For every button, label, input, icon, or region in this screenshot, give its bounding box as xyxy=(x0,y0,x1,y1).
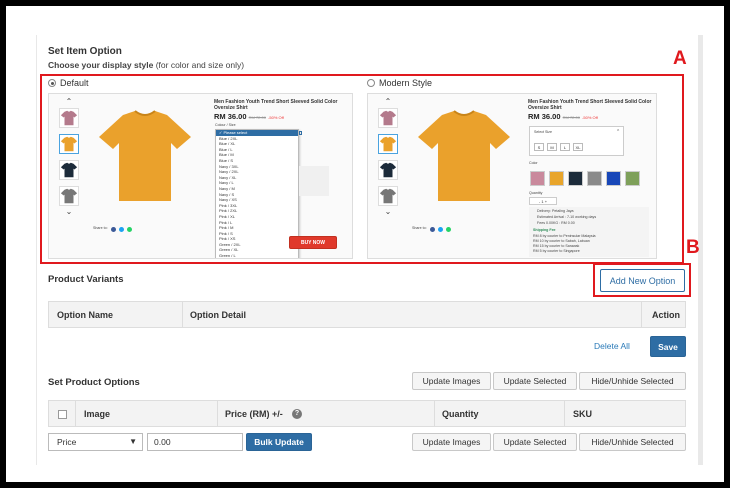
annotation-letter-b: B xyxy=(686,237,700,258)
column-divider xyxy=(217,401,218,426)
section-subtitle: Choose your display style (for color and… xyxy=(48,60,244,70)
bulk-update-button[interactable]: Bulk Update xyxy=(246,433,312,451)
column-divider xyxy=(182,302,183,327)
col-sku: SKU xyxy=(573,409,593,419)
bulk-value-input[interactable]: 0.00 xyxy=(147,433,243,451)
caret-down-icon: ▼ xyxy=(129,437,137,446)
delete-all-link[interactable]: Delete All xyxy=(594,341,630,351)
bulk-field-select[interactable]: Price ▼ xyxy=(48,433,143,451)
column-divider xyxy=(75,401,76,426)
column-divider xyxy=(564,401,565,426)
item-option-panel: Set Item Option Choose your display styl… xyxy=(36,35,703,465)
update-images-button-bottom[interactable]: Update Images xyxy=(412,433,491,451)
column-divider xyxy=(434,401,435,426)
col-image: Image xyxy=(84,409,111,419)
variants-table-header: Option Name Option Detail Action xyxy=(48,301,686,328)
col-option-name: Option Name xyxy=(57,310,114,320)
section-title: Set Item Option xyxy=(48,46,122,57)
hide-unhide-button[interactable]: Hide/Unhide Selected xyxy=(579,372,686,390)
help-icon[interactable]: ? xyxy=(292,409,302,419)
update-selected-button[interactable]: Update Selected xyxy=(493,372,577,390)
col-option-detail: Option Detail xyxy=(190,310,246,320)
bulk-select-value: Price xyxy=(57,437,77,447)
options-table-header: Image Price (RM) +/- ? Quantity SKU xyxy=(48,400,686,427)
update-images-button[interactable]: Update Images xyxy=(412,372,491,390)
variants-title: Product Variants xyxy=(48,274,124,285)
annotation-box-a xyxy=(40,74,684,264)
hide-unhide-button-bottom[interactable]: Hide/Unhide Selected xyxy=(579,433,686,451)
col-action: Action xyxy=(652,310,680,320)
options-title: Set Product Options xyxy=(48,377,140,388)
update-selected-button-bottom[interactable]: Update Selected xyxy=(493,433,577,451)
select-all-checkbox[interactable] xyxy=(58,410,67,419)
column-divider xyxy=(641,302,642,327)
add-new-option-button[interactable]: Add New Option xyxy=(600,269,685,292)
screenshot-frame: Set Item Option Choose your display styl… xyxy=(0,0,730,488)
save-button[interactable]: Save xyxy=(650,336,686,357)
col-quantity: Quantity xyxy=(442,409,479,419)
col-price: Price (RM) +/- xyxy=(225,409,283,419)
subtitle-rest: (for color and size only) xyxy=(153,60,245,70)
subtitle-bold: Choose your display style xyxy=(48,60,154,70)
annotation-letter-a: A xyxy=(673,48,687,69)
